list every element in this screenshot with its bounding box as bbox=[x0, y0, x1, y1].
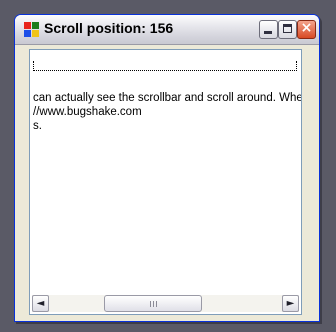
horizontal-scrollbar[interactable]: ◄ ► bbox=[32, 295, 299, 312]
arrow-right-icon: ► bbox=[286, 298, 295, 309]
arrow-left-icon: ◄ bbox=[36, 298, 45, 309]
text-view[interactable]: can actually see the scrollbar and scrol… bbox=[29, 49, 302, 315]
title-bar[interactable]: Scroll position: 156 × bbox=[15, 15, 319, 45]
text-line: s. bbox=[33, 120, 42, 132]
scroll-left-button[interactable]: ◄ bbox=[32, 295, 49, 312]
minimize-button[interactable] bbox=[259, 20, 278, 39]
app-window: Scroll position: 156 × can actually see … bbox=[14, 14, 320, 322]
scrollbar-thumb[interactable] bbox=[104, 295, 202, 312]
text-line: can actually see the scrollbar and scrol… bbox=[33, 92, 302, 104]
window-title: Scroll position: 156 bbox=[44, 20, 174, 36]
minimize-icon bbox=[264, 31, 272, 34]
app-icon[interactable] bbox=[24, 22, 40, 38]
close-icon: × bbox=[300, 20, 313, 36]
close-button[interactable]: × bbox=[297, 20, 316, 39]
text-line: //www.bugshake.com bbox=[33, 106, 142, 118]
grip-icon bbox=[150, 301, 158, 307]
scroll-right-button[interactable]: ► bbox=[282, 295, 299, 312]
maximize-icon bbox=[283, 24, 292, 33]
focus-rectangle bbox=[33, 61, 297, 71]
maximize-button[interactable] bbox=[278, 20, 297, 39]
